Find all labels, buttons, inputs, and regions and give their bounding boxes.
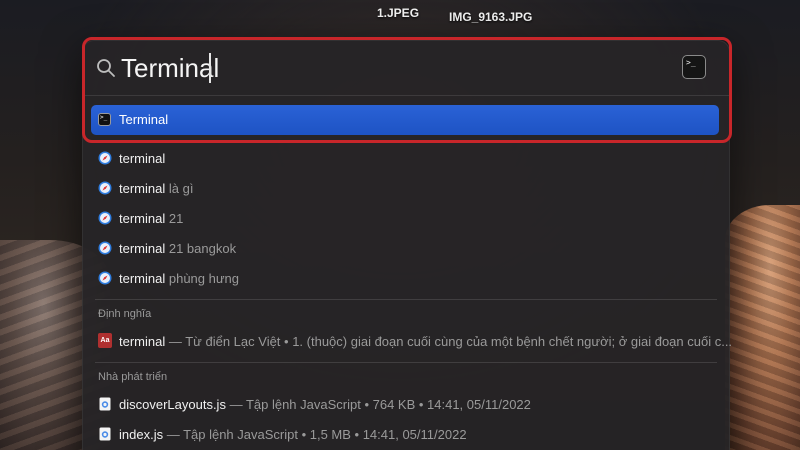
suggestion-row[interactable]: terminal 21 [83, 203, 729, 233]
spotlight-search-bar: >_ [83, 41, 729, 96]
spotlight-panel: >_ >_ Terminal terminal terminal là gì [82, 40, 733, 450]
top-hit-result[interactable]: >_ Terminal [91, 105, 719, 135]
definition-row[interactable]: Aa terminal — Từ điển Lạc Việt • 1. (thu… [83, 326, 733, 356]
safari-search-icon [98, 241, 112, 255]
top-hit-label: Terminal [119, 112, 169, 127]
desktop-file-2[interactable]: IMG_9163.JPG [449, 10, 532, 24]
safari-search-icon [98, 181, 112, 195]
spotlight-search-input[interactable] [121, 51, 681, 85]
results-list: terminal terminal là gì terminal 21 term… [83, 143, 733, 449]
js-file-icon [99, 397, 111, 411]
suggestion-row[interactable]: terminal là gì [83, 173, 729, 203]
safari-search-icon [98, 151, 112, 165]
safari-search-icon [98, 271, 112, 285]
file-meta: — Tập lệnh JavaScript • 764 KB • 14:41, … [225, 397, 531, 412]
desktop-wallpaper-rock-right [725, 205, 800, 450]
definition-detail: — Từ điển Lạc Việt • 1. (thuộc) giai đoạ… [165, 334, 733, 349]
suggestion-bold: terminal [119, 181, 166, 196]
search-icon [97, 59, 115, 77]
section-title: Nhà phát triển [98, 371, 168, 383]
safari-search-icon [98, 211, 112, 225]
terminal-app-icon[interactable]: >_ [682, 55, 706, 79]
section-header-definition: Định nghĩa [95, 299, 717, 326]
suggestion-rest: là gì [165, 181, 194, 196]
suggestion-row[interactable]: terminal phùng hưng [83, 263, 729, 293]
suggestion-row[interactable]: terminal [83, 143, 729, 173]
definition-word: terminal [119, 334, 166, 349]
text-caret [209, 53, 211, 83]
suggestion-bold: terminal [119, 151, 166, 166]
file-row[interactable]: discoverLayouts.js — Tập lệnh JavaScript… [83, 389, 729, 419]
file-name: discoverLayouts.js [119, 397, 226, 412]
terminal-icon: >_ [98, 113, 111, 126]
suggestion-rest: phùng hưng [165, 271, 240, 286]
file-row[interactable]: index.js — Tập lệnh JavaScript • 1,5 MB … [83, 419, 729, 449]
suggestion-row[interactable]: terminal 21 bangkok [83, 233, 729, 263]
section-header-developer: Nhà phát triển [95, 362, 717, 389]
suggestion-bold: terminal [119, 271, 166, 286]
desktop-file-1[interactable]: 1.JPEG [377, 6, 419, 20]
suggestion-bold: terminal [119, 211, 166, 226]
file-name: index.js [119, 427, 164, 442]
suggestion-bold: terminal [119, 241, 166, 256]
file-meta: — Tập lệnh JavaScript • 1,5 MB • 14:41, … [163, 427, 467, 442]
suggestion-rest: 21 [165, 211, 184, 226]
dictionary-icon: Aa [98, 333, 112, 348]
section-title: Định nghĩa [98, 308, 152, 320]
js-file-icon [99, 427, 111, 441]
suggestion-rest: 21 bangkok [165, 241, 237, 256]
